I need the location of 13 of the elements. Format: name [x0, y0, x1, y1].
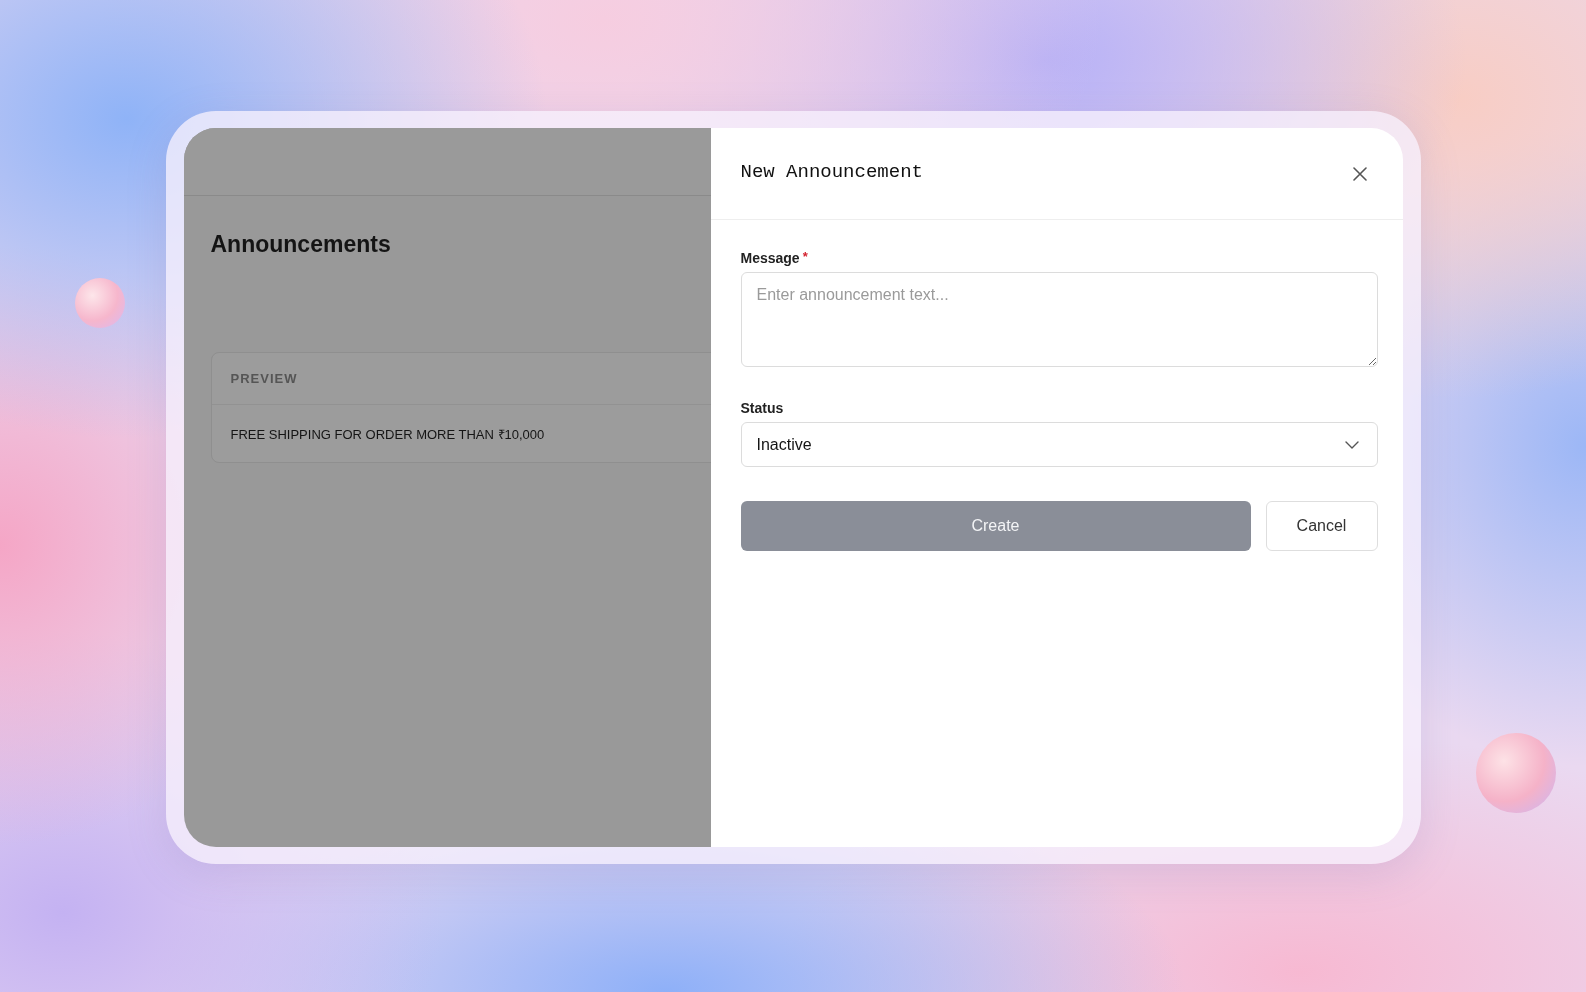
status-select[interactable]: Inactive: [740, 422, 1378, 467]
field-label: Message: [740, 250, 800, 266]
preview-text: FREE SHIPPING FOR ORDER MORE THAN ₹10,000: [230, 425, 545, 443]
chevron-down-icon: [1344, 440, 1359, 449]
page-title: Announcements: [210, 230, 392, 258]
cancel-button[interactable]: Cancel: [1265, 501, 1378, 551]
close-icon: [1352, 166, 1367, 181]
required-asterisk: *: [802, 250, 808, 263]
preview-label: PREVIEW: [230, 371, 298, 386]
drawer-title: New Announcement: [740, 160, 923, 185]
message-field[interactable]: Enter announcement text...: [740, 272, 1378, 367]
field-label: Status: [740, 400, 784, 416]
sphere-icon: [75, 278, 125, 328]
